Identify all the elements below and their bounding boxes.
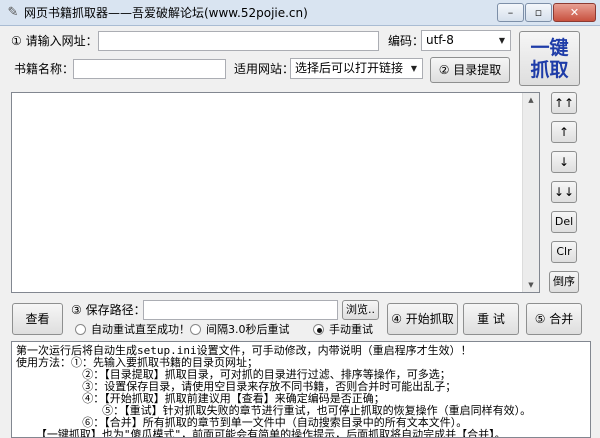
restore-button[interactable]: ▫ xyxy=(525,3,552,22)
one-click-fetch-button[interactable]: 一键 抓取 xyxy=(519,31,580,86)
move-up-button[interactable]: ↑ xyxy=(551,121,577,143)
save-path-input[interactable] xyxy=(143,300,338,320)
toc-extract-button[interactable]: ② 目录提取 xyxy=(430,57,510,83)
url-input[interactable] xyxy=(98,31,379,51)
move-down-button[interactable]: ↓ xyxy=(551,151,577,173)
retry-button[interactable]: 重 试 xyxy=(463,303,519,335)
encoding-value: utf-8 xyxy=(426,33,454,47)
start-fetch-button[interactable]: ④ 开始抓取 xyxy=(387,303,458,335)
book-name-input[interactable] xyxy=(73,59,226,79)
log-line: 【一键抓取】也为"傻瓜模式"，前面可能会有简单的操作提示，后面抓取将自动完成并【… xyxy=(16,428,506,438)
encoding-select[interactable]: utf-8 ▼ xyxy=(421,30,511,51)
site-select[interactable]: 选择后可以打开链接 ▼ xyxy=(290,58,423,79)
site-label: 适用网站： xyxy=(234,62,295,76)
chevron-down-icon: ▼ xyxy=(410,64,417,73)
chapter-list-scrollbar[interactable]: ▲ ▼ xyxy=(522,93,539,292)
app-feather-icon: ✎ xyxy=(7,5,19,20)
radio-manual-retry[interactable] xyxy=(313,324,324,335)
chevron-down-icon: ▼ xyxy=(498,36,505,45)
encoding-label: 编码： xyxy=(388,34,425,48)
radio-auto-retry[interactable] xyxy=(75,324,86,335)
window-title: 网页书籍抓取器——吾爱破解论坛(www.52pojie.cn) xyxy=(24,6,308,20)
scroll-down-icon[interactable]: ▼ xyxy=(523,280,539,290)
radio-interval-retry-label: 间隔3.0秒后重试 xyxy=(206,323,290,336)
book-name-label: 书籍名称： xyxy=(14,62,75,76)
one-click-line1: 一键 xyxy=(530,37,569,59)
radio-manual-retry-label: 手动重试 xyxy=(329,323,373,336)
browse-button[interactable]: 浏览.. xyxy=(342,300,379,320)
delete-button[interactable]: Del xyxy=(551,211,577,233)
merge-button[interactable]: ⑤ 合并 xyxy=(526,303,582,335)
chapter-list[interactable]: ▲ ▼ xyxy=(11,92,540,293)
view-button[interactable]: 查看 xyxy=(12,303,63,335)
move-top-button[interactable]: ↑↑ xyxy=(551,92,577,114)
url-label: ① 请输入网址： xyxy=(11,34,98,48)
save-path-label: ③ 保存路径： xyxy=(71,303,146,317)
radio-interval-retry[interactable] xyxy=(190,324,201,335)
scroll-up-icon[interactable]: ▲ xyxy=(523,95,539,105)
close-button[interactable]: ✕ xyxy=(553,3,596,22)
log-textarea[interactable]: 第一次运行后将自动生成setup.ini设置文件，可手动修改，内带说明（重启程序… xyxy=(11,341,591,438)
radio-auto-retry-label: 自动重试直至成功！ xyxy=(91,323,190,336)
site-value: 选择后可以打开链接 xyxy=(295,61,404,75)
radio-selected-dot xyxy=(317,328,322,333)
one-click-line2: 抓取 xyxy=(530,59,569,81)
reverse-order-button[interactable]: 倒序 xyxy=(549,271,579,293)
minimize-button[interactable]: – xyxy=(497,3,524,22)
move-bottom-button[interactable]: ↓↓ xyxy=(551,181,577,203)
clear-button[interactable]: Clr xyxy=(551,241,577,263)
